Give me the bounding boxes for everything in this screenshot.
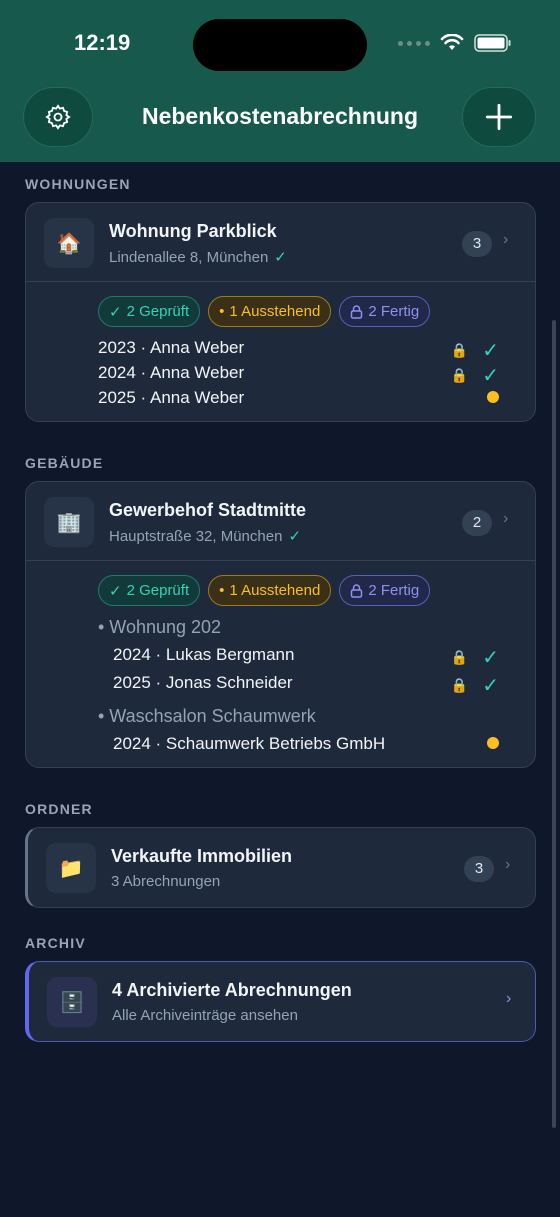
dot-icon: • (219, 303, 225, 320)
archive-card[interactable]: 🗄️ 4 Archivierte Abrechnungen Alle Archi… (25, 961, 536, 1042)
lock-outline-icon (351, 583, 363, 598)
row-status: 🔒 ✓ (451, 645, 499, 670)
lock-icon: 🔒 (450, 677, 469, 693)
chevron-right-icon: › (505, 856, 511, 873)
apartment-card-body: ✓ 2 Geprüft • 1 Ausstehend 2 Fertig 2023 ·… (26, 281, 535, 421)
status-icons (398, 34, 512, 52)
row-status (487, 391, 499, 403)
status-tags: ✓ 2 Geprüft • 1 Ausstehend 2 Fertig (98, 575, 431, 606)
pending-dot-icon (487, 737, 499, 749)
check-icon: ✓ (482, 365, 499, 387)
archive-title: 4 Archivierte Abrechnungen (112, 980, 352, 1000)
building-address-row: Hauptstraße 32, München ✓ (109, 527, 302, 546)
apartment-title: Wohnung Parkblick (109, 221, 277, 241)
lock-icon: 🔒 (450, 649, 469, 665)
folder-icon: 📁 (46, 843, 96, 893)
apartment-address-row: Lindenallee 8, München ✓ (109, 248, 287, 267)
building-title: Gewerbehof Stadtmitte (109, 500, 307, 520)
lock-icon: 🔒 (450, 367, 469, 383)
row-status (487, 737, 499, 749)
lock-outline-icon (351, 304, 363, 319)
verified-check-icon: ✓ (288, 528, 302, 545)
check-icon: ✓ (482, 675, 499, 697)
folder-card-header: 📁 Verkaufte Immobilien 3 Abrechnungen 3 … (28, 828, 535, 907)
scrollbar[interactable] (552, 320, 556, 1128)
tag-done: 2 Fertig (339, 575, 431, 606)
chevron-right-icon: › (506, 990, 512, 1007)
tag-checked: ✓ 2 Geprüft (98, 575, 201, 606)
unit-group-label: • Waschsalon Schaumwerk (98, 706, 316, 726)
apartment-card[interactable]: 🏠 Wohnung Parkblick Lindenallee 8, Münch… (25, 202, 536, 422)
row-status: 🔒 ✓ (451, 338, 499, 363)
lock-icon: 🔒 (450, 342, 469, 358)
house-icon: 🏠 (44, 218, 94, 268)
plus-icon (485, 103, 513, 131)
office-building-icon: 🏢 (44, 497, 94, 547)
folder-subtitle: 3 Abrechnungen (111, 873, 221, 890)
dynamic-island (193, 19, 367, 71)
tag-pending: • 1 Ausstehend (208, 575, 332, 606)
check-icon: ✓ (109, 303, 122, 321)
dot-icon: • (219, 582, 225, 599)
check-icon: ✓ (482, 647, 499, 669)
row-status: 🔒 ✓ (451, 673, 499, 698)
chevron-right-icon: › (503, 510, 509, 527)
tag-done: 2 Fertig (339, 296, 431, 327)
status-time: 12:19 (74, 30, 131, 55)
archive-card-header: 🗄️ 4 Archivierte Abrechnungen Alle Archi… (29, 962, 535, 1041)
unit-group-label: • Wohnung 202 (98, 617, 222, 637)
building-card-body: ✓ 2 Geprüft • 1 Ausstehend 2 Fertig • Wohn… (26, 560, 535, 767)
row-status: 🔒 ✓ (451, 363, 499, 388)
count-badge: 2 (462, 510, 492, 536)
folder-card[interactable]: 📁 Verkaufte Immobilien 3 Abrechnungen 3 … (25, 827, 536, 908)
section-label-ordner: ORDNER (25, 801, 93, 817)
add-button[interactable] (462, 87, 536, 147)
section-label-wohnungen: WOHNUNGEN (25, 176, 131, 192)
building-address: Hauptstraße 32, München (109, 527, 283, 545)
wifi-icon (440, 34, 464, 50)
battery-icon (474, 34, 511, 52)
app-header: 12:19 Nebenkostenabrechnung (0, 0, 560, 162)
list-item[interactable]: 2024 · Anna Weber (98, 363, 244, 383)
archive-subtitle: Alle Archiveinträge ansehen (112, 1007, 298, 1024)
building-card[interactable]: 🏢 Gewerbehof Stadtmitte Hauptstraße 32, … (25, 481, 536, 768)
section-label-archiv: ARCHIV (25, 935, 86, 951)
list-item[interactable]: 2023 · Anna Weber (98, 338, 244, 358)
apartment-address: Lindenallee 8, München (109, 248, 269, 266)
count-badge: 3 (464, 856, 494, 882)
chevron-right-icon: › (503, 231, 509, 248)
building-card-header[interactable]: 🏢 Gewerbehof Stadtmitte Hauptstraße 32, … (26, 482, 535, 560)
pending-dot-icon (487, 391, 499, 403)
verified-check-icon: ✓ (274, 249, 287, 266)
folder-title: Verkaufte Immobilien (111, 846, 293, 866)
check-icon: ✓ (109, 582, 122, 600)
section-label-gebaeude: GEBÄUDE (25, 455, 104, 471)
status-tags: ✓ 2 Geprüft • 1 Ausstehend 2 Fertig (98, 296, 431, 327)
list-item[interactable]: 2025 · Jonas Schneider (113, 673, 293, 693)
list-item[interactable]: 2024 · Schaumwerk Betriebs GmbH (113, 734, 385, 754)
check-icon: ✓ (482, 340, 499, 362)
list-item[interactable]: 2024 · Lukas Bergmann (113, 645, 294, 665)
apartment-card-header[interactable]: 🏠 Wohnung Parkblick Lindenallee 8, Münch… (26, 203, 535, 281)
list-item[interactable]: 2025 · Anna Weber (98, 388, 244, 408)
count-badge: 3 (462, 231, 492, 257)
tag-pending: • 1 Ausstehend (208, 296, 332, 327)
file-cabinet-icon: 🗄️ (47, 977, 97, 1027)
cellular-signal-icon (398, 40, 430, 46)
tag-checked: ✓ 2 Geprüft (98, 296, 201, 327)
